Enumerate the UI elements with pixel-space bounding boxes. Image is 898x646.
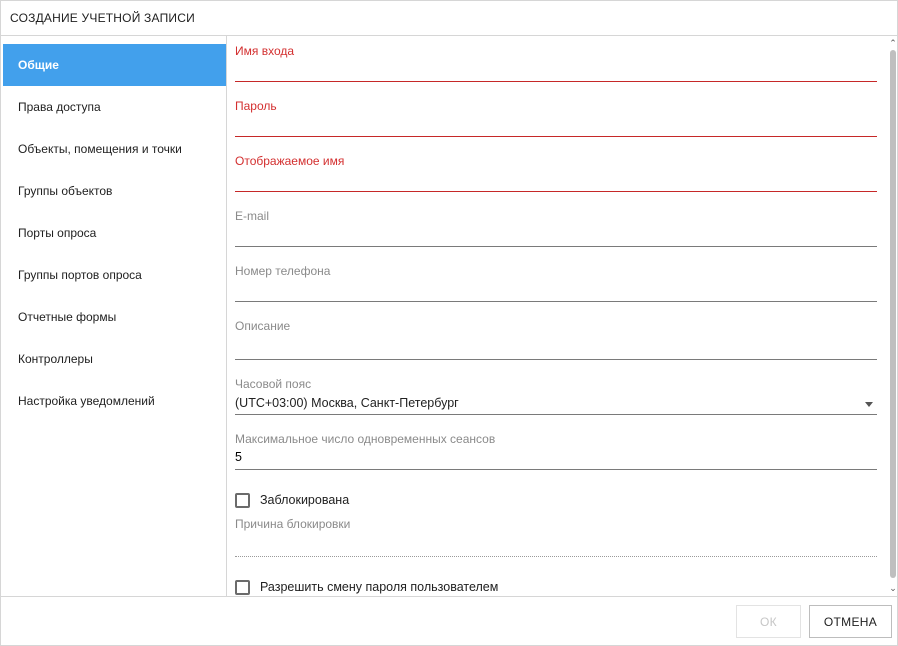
sidebar-item-polling-port-groups[interactable]: Группы портов опроса (1, 254, 226, 296)
timezone-label: Часовой пояс (235, 377, 312, 391)
password-label: Пароль (235, 99, 277, 113)
description-label: Описание (235, 319, 291, 333)
description-field: Описание (235, 319, 877, 361)
description-input[interactable] (235, 335, 877, 355)
block-reason-label: Причина блокировки (235, 517, 351, 531)
phone-label: Номер телефона (235, 264, 331, 278)
email-field: E-mail (235, 209, 877, 249)
sidebar-item-polling-ports[interactable]: Порты опроса (1, 212, 226, 254)
display-name-underline (235, 191, 877, 192)
sidebar-item-notification-settings[interactable]: Настройка уведомлений (1, 380, 226, 422)
sidebar-item-report-forms[interactable]: Отчетные формы (1, 296, 226, 338)
allow-password-change-label: Разрешить смену пароля пользователем (260, 580, 499, 594)
login-label: Имя входа (235, 44, 295, 58)
form-scrollbar[interactable]: ⌃ ⌄ (887, 36, 898, 596)
sidebar-item-objects-rooms-points[interactable]: Объекты, помещения и точки (1, 128, 226, 170)
timezone-underline (235, 414, 877, 415)
dialog-title: СОЗДАНИЕ УЧЕТНОЙ ЗАПИСИ (10, 11, 195, 25)
block-reason-input[interactable] (235, 533, 877, 553)
dialog-footer: ОК ОТМЕНА (1, 596, 897, 645)
blocked-label: Заблокирована (260, 493, 350, 507)
max-sessions-underline (235, 469, 877, 470)
email-label: E-mail (235, 209, 270, 223)
max-sessions-field: Максимальное число одновременных сеансов (235, 432, 877, 472)
display-name-label: Отображаемое имя (235, 154, 345, 168)
sidebar-item-access-rights[interactable]: Права доступа (1, 86, 226, 128)
email-input[interactable] (235, 225, 877, 245)
password-field: Пароль (235, 99, 877, 139)
display-name-input[interactable] (235, 170, 877, 190)
cancel-button[interactable]: ОТМЕНА (809, 605, 892, 638)
block-reason-field: Причина блокировки (235, 517, 877, 559)
allow-password-change-row[interactable]: Разрешить смену пароля пользователем (235, 580, 635, 596)
login-field: Имя входа (235, 44, 877, 84)
timezone-select[interactable]: Часовой пояс (UTC+03:00) Москва, Санкт-П… (235, 377, 877, 417)
block-reason-underline (235, 556, 877, 557)
sidebar-item-general[interactable]: Общие (3, 44, 226, 86)
sidebar-item-controllers[interactable]: Контроллеры (1, 338, 226, 380)
allow-password-change-checkbox[interactable] (235, 580, 250, 595)
scroll-up-icon[interactable]: ⌃ (889, 39, 897, 48)
email-underline (235, 246, 877, 247)
phone-input[interactable] (235, 280, 877, 300)
login-input[interactable] (235, 60, 877, 80)
max-sessions-input[interactable] (235, 447, 877, 467)
create-account-dialog: СОЗДАНИЕ УЧЕТНОЙ ЗАПИСИ Общие Права дост… (0, 0, 898, 646)
dialog-title-bar: СОЗДАНИЕ УЧЕТНОЙ ЗАПИСИ (1, 1, 897, 36)
settings-sidebar: Общие Права доступа Объекты, помещения и… (1, 36, 227, 596)
login-underline (235, 81, 877, 82)
display-name-field: Отображаемое имя (235, 154, 877, 194)
description-underline (235, 359, 877, 360)
caret-down-icon[interactable] (865, 402, 873, 407)
scrollbar-thumb[interactable] (890, 50, 896, 578)
max-sessions-label: Максимальное число одновременных сеансов (235, 432, 496, 446)
blocked-checkbox-row[interactable]: Заблокирована (235, 493, 535, 511)
sidebar-item-object-groups[interactable]: Группы объектов (1, 170, 226, 212)
password-underline (235, 136, 877, 137)
ok-button[interactable]: ОК (736, 605, 801, 638)
password-input[interactable] (235, 115, 877, 135)
blocked-checkbox[interactable] (235, 493, 250, 508)
phone-underline (235, 301, 877, 302)
phone-field: Номер телефона (235, 264, 877, 304)
scroll-down-icon[interactable]: ⌄ (889, 584, 897, 593)
timezone-value: (UTC+03:00) Москва, Санкт-Петербург (235, 396, 459, 410)
general-settings-form: Имя входа Пароль Отображаемое имя E-mail… (227, 36, 887, 596)
